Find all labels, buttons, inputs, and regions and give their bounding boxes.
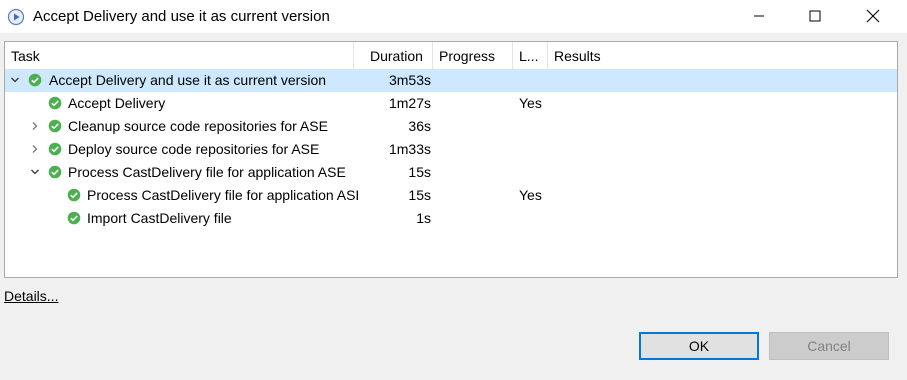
check-circle-icon <box>67 211 81 225</box>
table-rows: Accept Delivery and use it as current ve… <box>5 69 897 230</box>
task-label: Accept Delivery <box>68 95 166 111</box>
minimize-button[interactable] <box>736 0 782 32</box>
column-header-progress[interactable]: Progress <box>433 42 513 69</box>
table-row[interactable]: Process CastDelivery file for applicatio… <box>5 161 897 184</box>
column-header-duration[interactable]: Duration <box>354 42 433 69</box>
table-row[interactable]: Cleanup source code repositories for ASE… <box>5 115 897 138</box>
chevron-right-icon[interactable] <box>28 142 42 156</box>
duration-cell: 36s <box>408 118 431 134</box>
close-button[interactable] <box>850 0 896 32</box>
l-cell: Yes <box>519 95 542 111</box>
duration-cell: 1s <box>416 210 431 226</box>
duration-cell: 15s <box>408 187 431 203</box>
task-label: Cleanup source code repositories for ASE <box>68 118 328 134</box>
table-row[interactable]: Deploy source code repositories for ASE … <box>5 138 897 161</box>
close-icon <box>866 9 880 23</box>
l-cell: Yes <box>519 187 542 203</box>
column-header-results[interactable]: Results <box>548 42 897 69</box>
table-row[interactable]: Import CastDelivery file 1s <box>5 207 897 230</box>
table-row[interactable]: Accept Delivery and use it as current ve… <box>5 69 897 92</box>
task-label: Process CastDelivery file for applicatio… <box>87 187 358 203</box>
duration-cell: 1m27s <box>388 95 431 111</box>
check-circle-icon <box>28 73 42 87</box>
task-label: Import CastDelivery file <box>87 210 232 226</box>
chevron-down-icon[interactable] <box>28 165 42 179</box>
table-row[interactable]: Accept Delivery 1m27s Yes <box>5 92 897 115</box>
duration-cell: 3m53s <box>388 72 431 88</box>
maximize-icon <box>809 10 821 22</box>
play-circle-icon <box>7 8 25 26</box>
check-circle-icon <box>48 142 62 156</box>
details-link[interactable]: Details... <box>4 288 58 304</box>
duration-cell: 15s <box>408 164 431 180</box>
chevron-right-icon[interactable] <box>28 119 42 133</box>
task-tree-table[interactable]: Task Duration Progress L... Results Acce… <box>4 41 898 278</box>
check-circle-icon <box>48 96 62 110</box>
check-circle-icon <box>67 188 81 202</box>
cancel-button[interactable]: Cancel <box>769 332 889 360</box>
chevron-down-icon[interactable] <box>8 73 22 87</box>
duration-cell: 1m33s <box>388 141 431 157</box>
table-row[interactable]: Process CastDelivery file for applicatio… <box>5 184 897 207</box>
task-label: Accept Delivery and use it as current ve… <box>49 72 327 88</box>
check-circle-icon <box>48 119 62 133</box>
title-bar: Accept Delivery and use it as current ve… <box>0 0 907 34</box>
check-circle-icon <box>48 165 62 179</box>
table-header: Task Duration Progress L... Results <box>5 42 897 69</box>
window-title: Accept Delivery and use it as current ve… <box>33 8 330 25</box>
task-label: Deploy source code repositories for ASE <box>68 141 320 157</box>
column-header-l[interactable]: L... <box>513 42 548 69</box>
minimize-icon <box>754 15 764 17</box>
ok-button[interactable]: OK <box>639 332 759 360</box>
column-header-task[interactable]: Task <box>5 42 354 69</box>
maximize-button[interactable] <box>792 0 838 32</box>
task-label: Process CastDelivery file for applicatio… <box>68 164 346 180</box>
